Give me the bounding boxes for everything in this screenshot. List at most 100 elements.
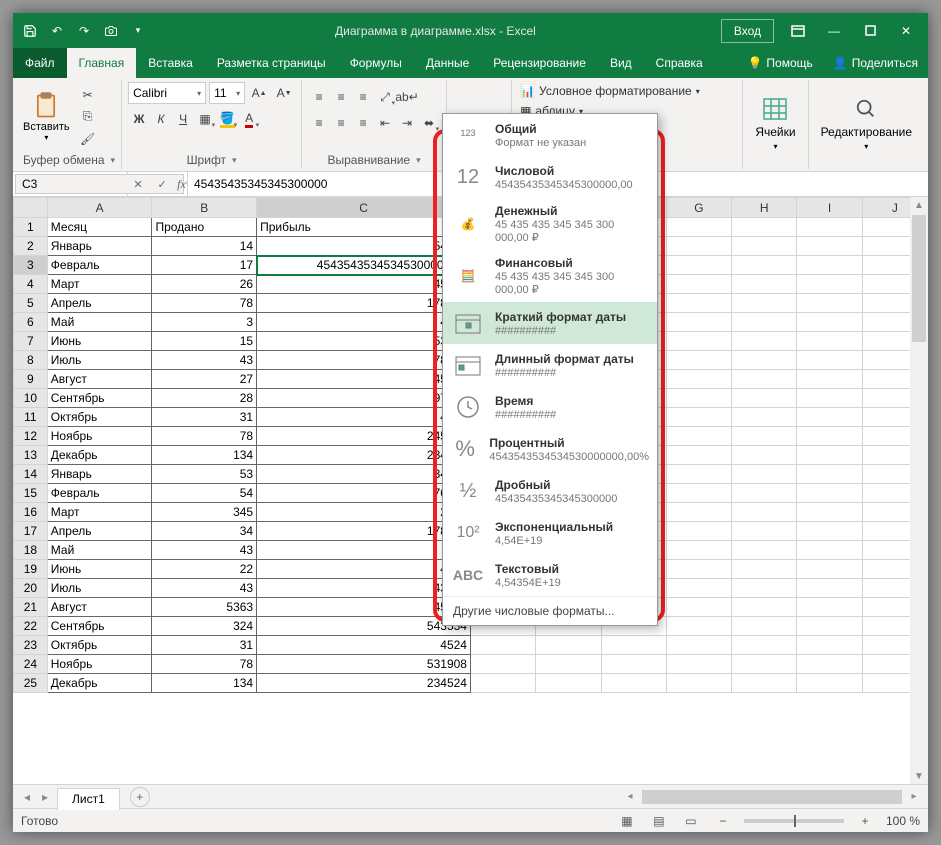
merge-icon[interactable]: ⬌: [418, 112, 440, 134]
align-center-icon[interactable]: ≡: [330, 112, 352, 134]
format-painter-icon[interactable]: 🖌: [78, 129, 98, 149]
font-launcher-icon[interactable]: ▾: [232, 155, 237, 166]
cell-I6[interactable]: [797, 313, 862, 332]
fx-icon[interactable]: fx: [177, 177, 186, 192]
cells-button[interactable]: Ячейки▾: [749, 92, 801, 155]
tab-formulas[interactable]: Формулы: [338, 48, 414, 78]
cell-A1[interactable]: Месяц: [47, 218, 152, 237]
cell-I13[interactable]: [797, 446, 862, 465]
align-launcher-icon[interactable]: ▾: [416, 155, 421, 166]
editing-button[interactable]: Редактирование▾: [815, 92, 918, 155]
row-header-18[interactable]: 18: [14, 541, 48, 560]
cell-G25[interactable]: [666, 674, 731, 693]
cell-I10[interactable]: [797, 389, 862, 408]
cell-G19[interactable]: [666, 560, 731, 579]
undo-icon[interactable]: ↶: [45, 19, 69, 43]
cell-G14[interactable]: [666, 465, 731, 484]
add-sheet-button[interactable]: +: [130, 787, 150, 807]
row-header-22[interactable]: 22: [14, 617, 48, 636]
cell-A13[interactable]: Декабрь: [47, 446, 152, 465]
view-normal-icon[interactable]: ▦: [616, 812, 638, 830]
cell-I12[interactable]: [797, 427, 862, 446]
cell-C25[interactable]: 234524: [257, 674, 471, 693]
cell-E23[interactable]: [536, 636, 601, 655]
cell-C2[interactable]: 54234: [257, 237, 471, 256]
cell-G17[interactable]: [666, 522, 731, 541]
qat-more-icon[interactable]: ▾: [126, 19, 150, 43]
cell-B22[interactable]: 324: [152, 617, 257, 636]
sheet-nav-prev-icon[interactable]: ◂: [19, 789, 35, 805]
orientation-icon[interactable]: ⤢: [374, 86, 396, 108]
scroll-down-icon[interactable]: ▼: [911, 768, 927, 784]
tell-me-button[interactable]: 💡Помощь: [737, 56, 822, 70]
cell-C21[interactable]: 45234: [257, 598, 471, 617]
cell-B8[interactable]: 43: [152, 351, 257, 370]
row-header-24[interactable]: 24: [14, 655, 48, 674]
cell-A4[interactable]: Март: [47, 275, 152, 294]
cell-A19[interactable]: Июнь: [47, 560, 152, 579]
font-color-icon[interactable]: A: [238, 108, 260, 130]
zoom-in-icon[interactable]: +: [854, 812, 876, 830]
cell-A7[interactable]: Июнь: [47, 332, 152, 351]
cell-H25[interactable]: [732, 674, 797, 693]
col-header-I[interactable]: I: [797, 198, 862, 218]
decrease-font-icon[interactable]: A▼: [273, 82, 295, 104]
col-header-B[interactable]: B: [152, 198, 257, 218]
cell-A14[interactable]: Январь: [47, 465, 152, 484]
cell-B9[interactable]: 27: [152, 370, 257, 389]
format-scientific[interactable]: 10² Экспоненциальный4,54E+19: [443, 512, 657, 554]
cell-I1[interactable]: [797, 218, 862, 237]
cell-H5[interactable]: [732, 294, 797, 313]
format-long-date[interactable]: Длинный формат даты##########: [443, 344, 657, 386]
cell-B17[interactable]: 34: [152, 522, 257, 541]
cell-H19[interactable]: [732, 560, 797, 579]
cell-A22[interactable]: Сентябрь: [47, 617, 152, 636]
cell-A25[interactable]: Декабрь: [47, 674, 152, 693]
row-header-20[interactable]: 20: [14, 579, 48, 598]
cell-C6[interactable]: 4523: [257, 313, 471, 332]
col-header-C[interactable]: C: [257, 198, 471, 218]
cell-B7[interactable]: 15: [152, 332, 257, 351]
tab-help[interactable]: Справка: [644, 48, 715, 78]
cell-I20[interactable]: [797, 579, 862, 598]
align-bottom-icon[interactable]: ≡: [352, 86, 374, 108]
borders-icon[interactable]: ▦: [194, 108, 216, 130]
cell-G12[interactable]: [666, 427, 731, 446]
row-header-21[interactable]: 21: [14, 598, 48, 617]
cell-G7[interactable]: [666, 332, 731, 351]
cell-C10[interactable]: 97643: [257, 389, 471, 408]
row-header-25[interactable]: 25: [14, 674, 48, 693]
row-header-2[interactable]: 2: [14, 237, 48, 256]
cell-D23[interactable]: [470, 636, 535, 655]
cell-G5[interactable]: [666, 294, 731, 313]
cell-A21[interactable]: Август: [47, 598, 152, 617]
cell-G16[interactable]: [666, 503, 731, 522]
cell-A18[interactable]: Май: [47, 541, 152, 560]
cell-G20[interactable]: [666, 579, 731, 598]
cell-I15[interactable]: [797, 484, 862, 503]
camera-icon[interactable]: [99, 19, 123, 43]
italic-icon[interactable]: К: [150, 108, 172, 130]
cell-I7[interactable]: [797, 332, 862, 351]
cell-H1[interactable]: [732, 218, 797, 237]
cell-B6[interactable]: 3: [152, 313, 257, 332]
cell-D24[interactable]: [470, 655, 535, 674]
row-header-10[interactable]: 10: [14, 389, 48, 408]
cell-A10[interactable]: Сентябрь: [47, 389, 152, 408]
cell-H22[interactable]: [732, 617, 797, 636]
cell-H6[interactable]: [732, 313, 797, 332]
format-general[interactable]: ¹²³ ОбщийФормат не указан: [443, 114, 657, 156]
cell-I16[interactable]: [797, 503, 862, 522]
cell-A2[interactable]: Январь: [47, 237, 152, 256]
share-button[interactable]: 👤Поделиться: [823, 56, 928, 70]
cell-I14[interactable]: [797, 465, 862, 484]
tab-insert[interactable]: Вставка: [136, 48, 205, 78]
tab-home[interactable]: Главная: [67, 48, 137, 78]
cell-H13[interactable]: [732, 446, 797, 465]
clipboard-launcher-icon[interactable]: ▾: [111, 155, 116, 166]
cell-A23[interactable]: Октябрь: [47, 636, 152, 655]
underline-icon[interactable]: Ч: [172, 108, 194, 130]
tab-layout[interactable]: Разметка страницы: [205, 48, 338, 78]
row-header-1[interactable]: 1: [14, 218, 48, 237]
cell-G22[interactable]: [666, 617, 731, 636]
